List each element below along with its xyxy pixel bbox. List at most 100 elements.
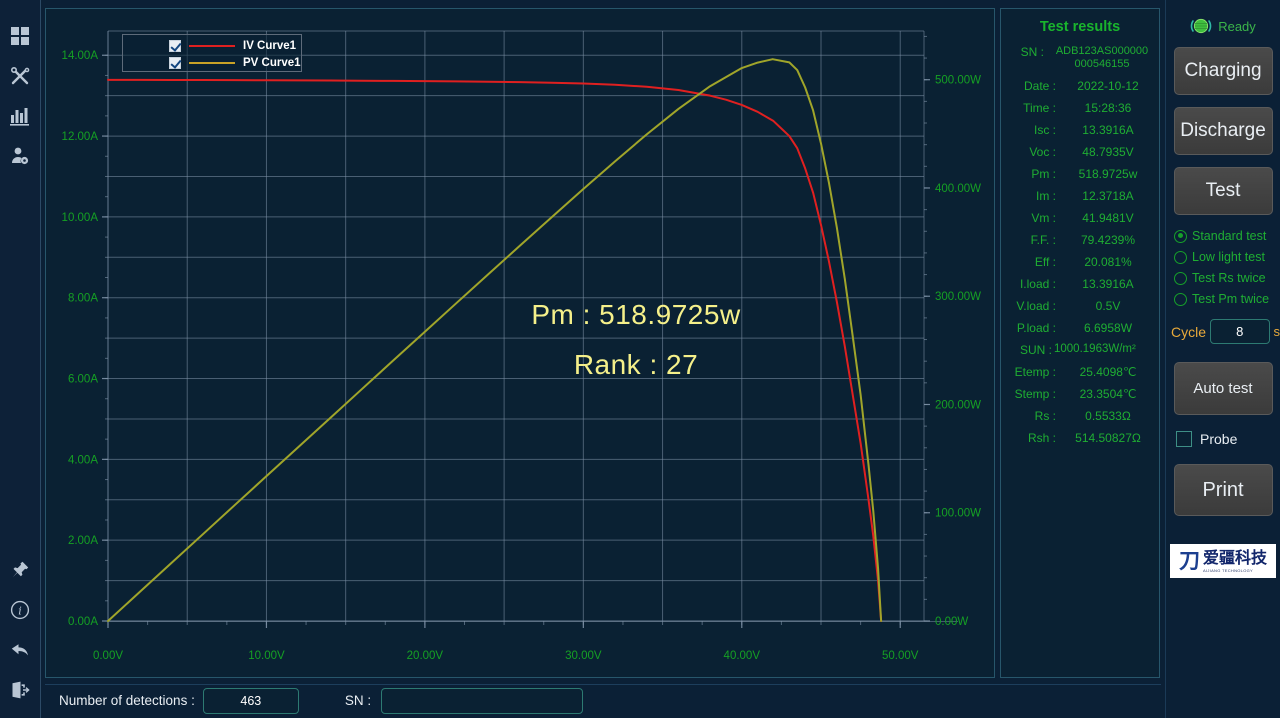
result-key: SN : — [1020, 45, 1044, 59]
radio-button[interactable] — [1174, 229, 1187, 243]
iv-pv-chart-panel[interactable]: 0.00V 10.00V 20.00V 30.00V 40.00V 50.00V 0.00… — [45, 8, 995, 678]
sidebar-item-info[interactable]: i — [0, 590, 41, 630]
radio-button[interactable] — [1174, 250, 1187, 264]
discharge-button[interactable]: Discharge — [1173, 107, 1273, 155]
sidebar-top-group — [0, 16, 41, 176]
legend-label-pv: PV Curve1 — [243, 57, 301, 69]
sidebar-bottom-group: i — [0, 550, 41, 710]
test-results-panel: Test results SN : ADB123AS000000 000546155… — [1000, 8, 1160, 678]
logo-english-text: AIJIANG TECHNOLOGY — [1202, 567, 1253, 573]
sidebar-item-back[interactable] — [0, 630, 41, 670]
sidebar-item-user-settings[interactable] — [0, 136, 41, 176]
chart-y-tick-labels: 0.00A 2.00A 4.00A 6.00A 8.00A 10.00A 12.00A 14.… — [62, 50, 99, 628]
svg-text:6.00A: 6.00A — [68, 374, 98, 386]
cycle-input[interactable]: 8 — [1210, 319, 1270, 344]
main-area: 0.00V 10.00V 20.00V 30.00V 40.00V 50.00V 0.00… — [41, 0, 1280, 718]
charging-button[interactable]: Charging — [1173, 47, 1273, 95]
radio-button[interactable] — [1174, 292, 1187, 306]
legend-row-iv[interactable]: IV Curve1 — [127, 38, 297, 54]
radio-button[interactable] — [1174, 271, 1187, 285]
probe-checkbox-row[interactable]: Probe — [1176, 431, 1280, 447]
svg-text:4.00A: 4.00A — [68, 454, 98, 466]
svg-text:12.00A: 12.00A — [62, 131, 99, 143]
test-mode-label: Test Rs twice — [1192, 271, 1266, 285]
result-row: Pm : 518.9725w — [1001, 167, 1159, 181]
sidebar-item-exit[interactable] — [0, 670, 41, 710]
svg-text:200.00W: 200.00W — [935, 399, 981, 411]
svg-text:10.00V: 10.00V — [248, 650, 285, 662]
svg-text:400.00W: 400.00W — [935, 183, 981, 195]
cycle-unit: s — [1273, 324, 1280, 339]
result-key: Voc : — [1029, 145, 1056, 159]
result-value: 6.6958W — [1083, 321, 1133, 335]
svg-text:2.00A: 2.00A — [68, 535, 98, 547]
result-key: Im : — [1036, 189, 1056, 203]
bottom-status-bar: Number of detections : 463 SN : — [45, 684, 1161, 716]
result-key: Isc : — [1033, 123, 1056, 137]
svg-text:20.00V: 20.00V — [407, 650, 444, 662]
result-row: Isc : 13.3916A — [1001, 123, 1159, 137]
result-value: ADB123AS000000 000546155 — [1044, 45, 1156, 71]
result-row: Rs : 0.5533Ω — [1001, 409, 1159, 423]
test-mode-option[interactable]: Low light test — [1174, 250, 1280, 264]
legend-label-iv: IV Curve1 — [243, 40, 297, 52]
test-mode-option[interactable]: Test Rs twice — [1174, 271, 1280, 285]
result-value: 23.3504℃ — [1079, 387, 1137, 401]
status-indicator: Ready — [1166, 14, 1280, 38]
legend-checkbox-iv[interactable] — [169, 40, 181, 52]
result-key: Vm : — [1031, 211, 1056, 225]
result-row: Date : 2022-10-12 — [1001, 79, 1159, 93]
exit-icon — [10, 680, 30, 700]
result-row: F.F. : 79.4239% — [1001, 233, 1159, 247]
detections-input[interactable]: 463 — [202, 687, 299, 714]
result-key: Eff : — [1034, 255, 1056, 269]
logo-text-group: 爱疆科技 AIJIANG TECHNOLOGY — [1202, 547, 1267, 573]
result-row: Eff : 20.081% — [1001, 255, 1159, 269]
svg-text:0.00A: 0.00A — [68, 616, 98, 628]
legend-checkbox-pv[interactable] — [169, 57, 181, 69]
legend-row-pv[interactable]: PV Curve1 — [127, 55, 301, 71]
logo-chinese-text: 爱疆科技 — [1202, 547, 1267, 567]
result-key: SUN : — [1019, 343, 1052, 357]
test-mode-option[interactable]: Standard test — [1174, 229, 1280, 243]
svg-text:0.00V: 0.00V — [93, 650, 123, 662]
auto-test-button[interactable]: Auto test — [1173, 362, 1273, 415]
test-mode-label: Standard test — [1192, 229, 1267, 243]
sidebar-item-dashboard[interactable] — [0, 16, 41, 56]
chart-ticks — [102, 35, 958, 628]
result-value-line2: 000546155 — [1074, 58, 1130, 70]
sidebar-item-chart[interactable] — [0, 96, 41, 136]
test-mode-option[interactable]: Test Pm twice — [1174, 292, 1280, 306]
legend-swatch-pv — [189, 62, 235, 64]
chart-legend[interactable]: IV Curve1 PV Curve1 — [122, 34, 302, 72]
result-key: Stemp : — [1014, 387, 1056, 401]
svg-text:30.00V: 30.00V — [565, 650, 602, 662]
cycle-row: Cycle 8 s — [1171, 319, 1280, 344]
svg-text:8.00A: 8.00A — [68, 293, 98, 305]
sn-label: SN : — [344, 693, 372, 708]
probe-checkbox[interactable] — [1176, 431, 1192, 447]
result-value: 79.4239% — [1080, 233, 1136, 247]
svg-text:14.00A: 14.00A — [62, 50, 99, 62]
tools-icon — [10, 66, 31, 87]
print-button[interactable]: Print — [1173, 464, 1273, 516]
result-row: Vm : 41.9481V — [1001, 211, 1159, 225]
result-row: V.load : 0.5V — [1001, 299, 1159, 313]
probe-label: Probe — [1200, 431, 1238, 447]
result-value: 41.9481V — [1082, 211, 1134, 225]
result-value: 518.9725w — [1078, 167, 1138, 181]
cycle-label: Cycle — [1171, 323, 1207, 340]
sidebar-item-pin[interactable] — [0, 550, 41, 590]
result-value: 0.5533Ω — [1085, 409, 1131, 423]
result-row: Stemp : 23.3504℃ — [1001, 387, 1159, 401]
results-rows: SN : ADB123AS000000 000546155 Date :2022-10… — [1001, 45, 1159, 445]
sn-input[interactable] — [381, 687, 584, 714]
result-key: Rs : — [1034, 409, 1056, 423]
legend-swatch-iv — [189, 45, 235, 47]
result-row: Voc : 48.7935V — [1001, 145, 1159, 159]
test-button[interactable]: Test — [1173, 167, 1273, 215]
test-mode-label: Test Pm twice — [1192, 292, 1270, 306]
app-window: i 0.00V 10.00V 20.00V 30.00V 40.00V 50.00V — [0, 0, 1280, 718]
sidebar-item-tools[interactable] — [0, 56, 41, 96]
status-text: Ready — [1218, 18, 1256, 34]
